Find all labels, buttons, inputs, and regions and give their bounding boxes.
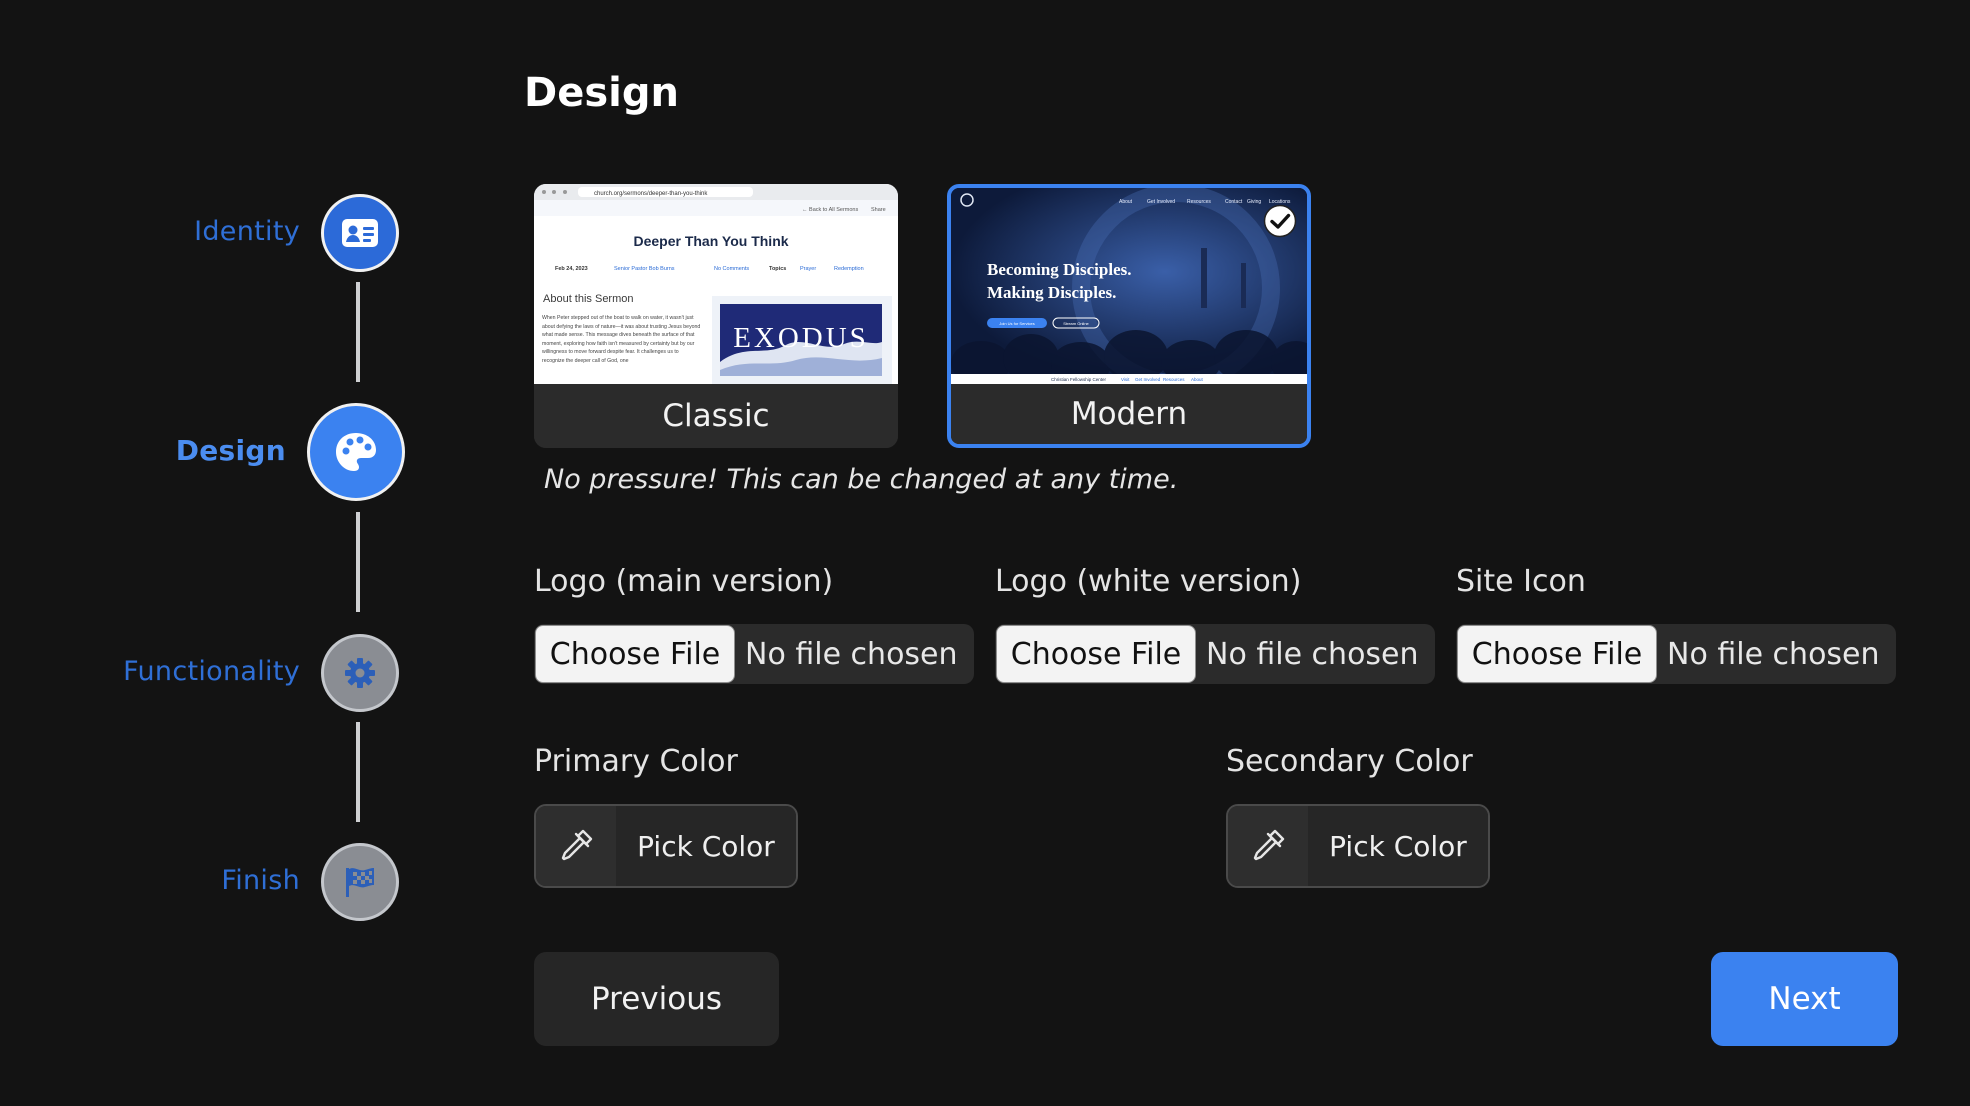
logo-main-label: Logo (main version)	[534, 564, 834, 599]
next-button[interactable]: Next	[1711, 952, 1898, 1046]
site-icon-file-input[interactable]: Choose File No file chosen	[1456, 624, 1896, 684]
svg-text:Contact: Contact	[1225, 199, 1243, 205]
svg-text:About: About	[1119, 199, 1133, 205]
primary-color-label: Primary Color	[534, 744, 738, 779]
logo-white-label: Logo (white version)	[995, 564, 1302, 599]
svg-text:Making Disciples.: Making Disciples.	[987, 283, 1116, 302]
svg-text:Deeper Than You Think: Deeper Than You Think	[633, 233, 788, 249]
svg-text:Senior Pastor Bob Burns: Senior Pastor Bob Burns	[614, 266, 675, 272]
eyedropper-icon	[561, 829, 593, 861]
svg-text:Prayer: Prayer	[800, 266, 816, 272]
palette-icon	[336, 433, 376, 471]
choose-file-button[interactable]: Choose File	[1457, 625, 1657, 683]
logo-main-file-input[interactable]: Choose File No file chosen	[534, 624, 974, 684]
step-functionality[interactable]	[321, 634, 399, 712]
eyedropper-icon	[1253, 829, 1285, 861]
logo-white-file-input[interactable]: Choose File No file chosen	[995, 624, 1435, 684]
step-identity[interactable]	[321, 194, 399, 272]
svg-text:Resources: Resources	[1163, 377, 1185, 382]
choose-file-button[interactable]: Choose File	[535, 625, 735, 683]
pick-color-button[interactable]: Pick Color	[1308, 806, 1488, 886]
id-card-icon	[342, 219, 378, 247]
theme-label-classic: Classic	[534, 384, 898, 448]
svg-text:Feb 24, 2023: Feb 24, 2023	[555, 266, 588, 272]
choose-file-button[interactable]: Choose File	[996, 625, 1196, 683]
theme-label-modern: Modern	[951, 384, 1307, 444]
step-label-identity[interactable]: Identity	[194, 215, 300, 249]
classic-theme-preview: church.org/sermons/deeper-than-you-think…	[534, 184, 898, 384]
page-title: Design	[524, 70, 679, 116]
svg-text:Becoming Disciples.: Becoming Disciples.	[987, 260, 1132, 279]
svg-text:← Back to All Sermons: ← Back to All Sermons	[802, 207, 858, 213]
theme-change-note: No pressure! This can be changed at any …	[544, 464, 1179, 495]
file-status-text: No file chosen	[745, 636, 958, 672]
primary-color-picker[interactable]: Pick Color	[534, 804, 798, 888]
svg-text:EXODUS: EXODUS	[733, 322, 869, 354]
secondary-color-label: Secondary Color	[1226, 744, 1473, 779]
setup-wizard: Identity Design Functionality Finish Des…	[0, 0, 1970, 1106]
primary-color-swatch[interactable]	[536, 806, 616, 886]
checkmark-icon	[1263, 204, 1297, 238]
svg-text:About this Sermon: About this Sermon	[543, 293, 634, 305]
pick-color-button[interactable]: Pick Color	[616, 806, 796, 886]
previous-button[interactable]: Previous	[534, 952, 779, 1046]
site-icon-label: Site Icon	[1456, 564, 1586, 599]
svg-text:Redemption: Redemption	[834, 266, 864, 272]
theme-card-classic[interactable]: church.org/sermons/deeper-than-you-think…	[534, 184, 898, 448]
svg-text:Topics: Topics	[769, 266, 786, 272]
step-design[interactable]	[307, 403, 405, 501]
svg-text:Join Us for Services: Join Us for Services	[999, 321, 1035, 326]
svg-text:Share: Share	[871, 207, 886, 213]
secondary-color-swatch[interactable]	[1228, 806, 1308, 886]
modern-theme-preview: About Get Involved Resources Contact Giv…	[951, 188, 1307, 384]
checkered-flag-icon	[346, 868, 374, 897]
step-label-finish[interactable]: Finish	[221, 864, 300, 898]
svg-text:No Comments: No Comments	[714, 266, 749, 272]
stepper-connector	[356, 722, 360, 822]
step-label-functionality[interactable]: Functionality	[123, 655, 300, 689]
stepper-connector	[356, 282, 360, 382]
file-status-text: No file chosen	[1206, 636, 1419, 672]
secondary-color-picker[interactable]: Pick Color	[1226, 804, 1490, 888]
gear-icon	[345, 658, 375, 688]
svg-text:Get Involved: Get Involved	[1135, 377, 1161, 382]
theme-card-modern[interactable]: About Get Involved Resources Contact Giv…	[947, 184, 1311, 448]
svg-text:Christian Fellowship Center: Christian Fellowship Center	[1051, 377, 1107, 382]
step-finish[interactable]	[321, 843, 399, 921]
svg-text:Stream Online: Stream Online	[1063, 321, 1089, 326]
svg-text:Giving: Giving	[1247, 199, 1261, 205]
svg-text:Get Involved: Get Involved	[1147, 199, 1175, 205]
svg-text:Resources: Resources	[1187, 199, 1211, 205]
svg-text:Visit: Visit	[1121, 377, 1130, 382]
step-label-design[interactable]: Design	[176, 434, 286, 468]
stepper-connector	[356, 512, 360, 612]
file-status-text: No file chosen	[1667, 636, 1880, 672]
svg-text:About: About	[1191, 377, 1204, 382]
svg-text:church.org/sermons/deeper-than: church.org/sermons/deeper-than-you-think	[594, 191, 708, 197]
